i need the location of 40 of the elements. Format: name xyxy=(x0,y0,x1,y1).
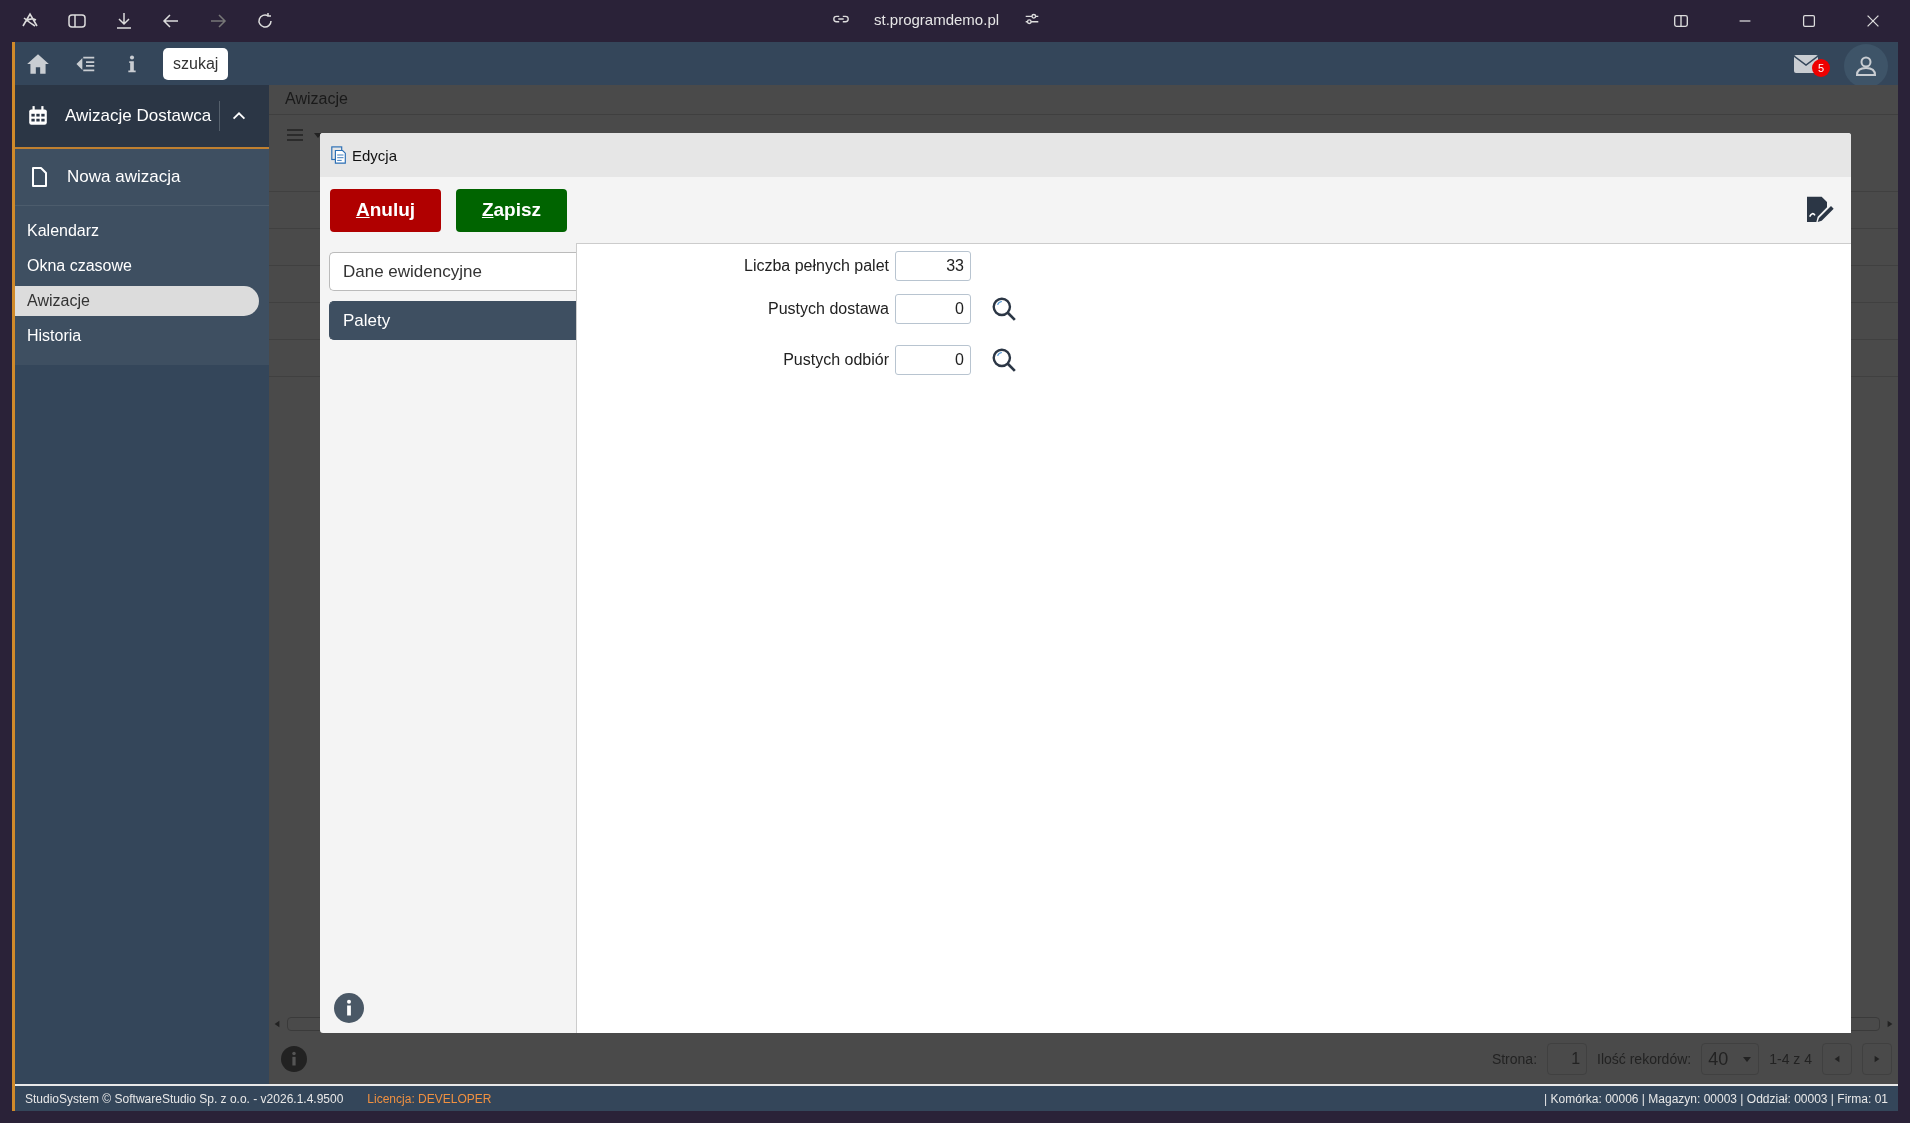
download-icon[interactable] xyxy=(114,11,134,31)
context-info: | Komórka: 00006 | Magazyn: 00003 | Oddział: 00003 | Firma: 01 xyxy=(1544,1091,1888,1106)
number-field[interactable]: 0 xyxy=(895,345,971,375)
caret-icon xyxy=(1742,1054,1753,1064)
section-tab[interactable]: Dane ewidencyjne xyxy=(329,252,576,291)
module-title: Awizacje Dostawca xyxy=(65,106,212,126)
field-label: Pustych odbiór xyxy=(783,351,889,369)
cancel-button[interactable]: Anuluj xyxy=(330,188,441,232)
documents-icon xyxy=(330,146,348,164)
info-icon[interactable] xyxy=(334,993,364,1023)
sidebar-item[interactable]: Awizacje xyxy=(15,286,259,316)
license-text: Licencja: DEVELOPER xyxy=(367,1091,492,1106)
number-field[interactable]: 33 xyxy=(895,251,971,281)
field-label: Pustych dostawa xyxy=(768,300,889,318)
unread-badge: 5 xyxy=(1812,58,1830,77)
field-label: Liczba pełnych palet xyxy=(744,257,889,275)
dialog-title: Edycja xyxy=(352,146,398,164)
number-field[interactable]: 0 xyxy=(895,294,971,324)
sidebar-item[interactable]: Historia xyxy=(15,321,259,351)
sidebar-item[interactable]: Kalendarz xyxy=(15,216,259,246)
document-icon xyxy=(29,166,49,188)
address-bar[interactable]: st.programdemo.pl xyxy=(864,10,1010,28)
user-avatar[interactable] xyxy=(1844,43,1888,88)
calendar-icon xyxy=(27,105,49,127)
search-button[interactable]: szukaj xyxy=(163,47,229,80)
maximize-icon[interactable] xyxy=(1800,12,1818,30)
mail-icon[interactable] xyxy=(1794,54,1818,73)
split-view-icon[interactable] xyxy=(1672,12,1690,30)
search-icon[interactable] xyxy=(991,347,1017,373)
reload-icon[interactable] xyxy=(255,11,275,31)
section-tab[interactable]: Palety xyxy=(329,301,576,340)
copyright-text: StudioSystem © SoftwareStudio Sp. z o.o. - v2026.1.4.9500 xyxy=(25,1091,344,1106)
search-icon[interactable] xyxy=(991,296,1017,322)
module-header[interactable]: Awizacje Dostawca xyxy=(15,85,269,149)
new-item-link[interactable]: Nowa awizacja xyxy=(15,149,269,206)
left-arrow-icon xyxy=(1833,1054,1841,1064)
save-button[interactable]: Zapisz xyxy=(456,188,567,232)
sidebar-toggle-icon[interactable] xyxy=(67,11,87,31)
right-arrow-icon xyxy=(1873,1054,1881,1064)
sidebar-item[interactable]: Okna czasowe xyxy=(15,251,259,281)
